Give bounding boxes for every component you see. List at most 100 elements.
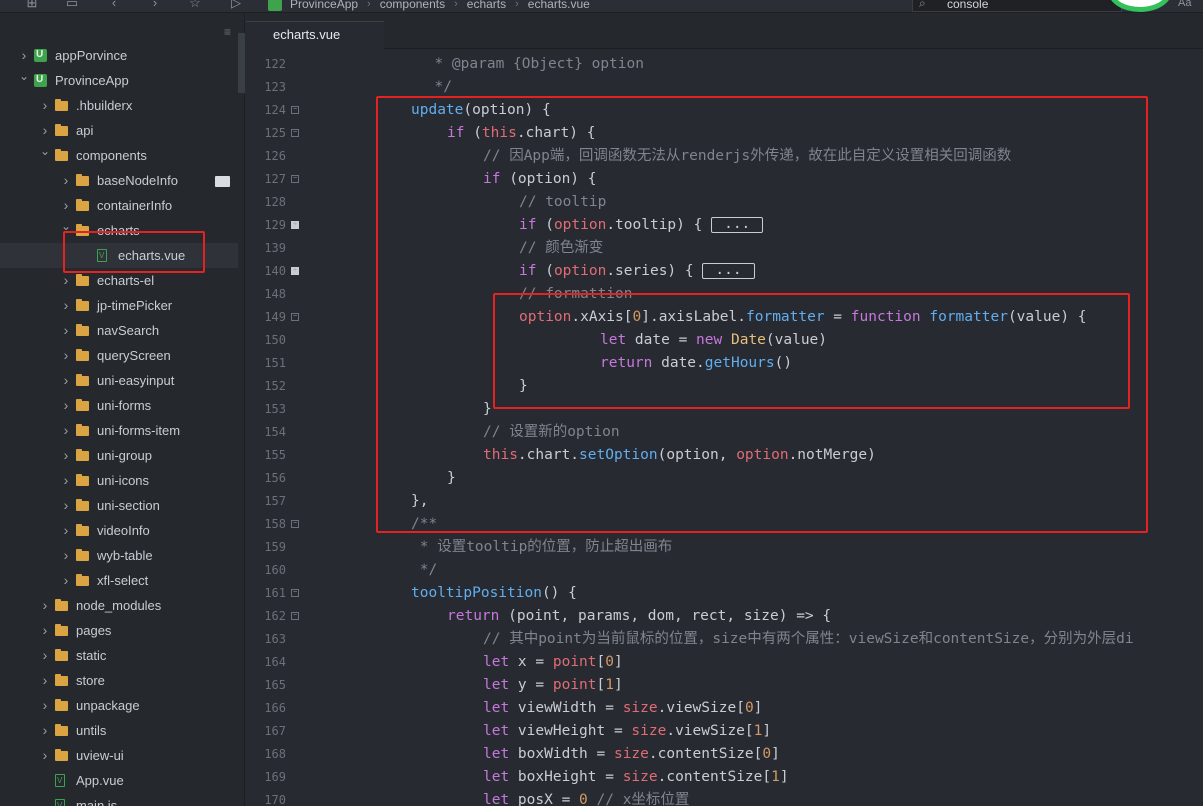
fold-collapse-icon[interactable]: − xyxy=(291,129,299,137)
tree-item[interactable]: › uview-ui xyxy=(0,743,238,768)
fold-collapse-icon[interactable]: − xyxy=(291,313,299,321)
tree-item[interactable]: ⌄ components xyxy=(0,143,238,168)
folder-icon xyxy=(55,724,68,736)
tree-item[interactable]: › containerInfo xyxy=(0,193,238,218)
code-line[interactable]: let x = point[0] xyxy=(483,651,623,674)
chevron-right-icon[interactable]: › xyxy=(39,93,51,118)
tree-item[interactable]: › untils xyxy=(0,718,238,743)
code-editor[interactable]: 122 123 124−125−126 127−128 129 +139 140 +148 14… xyxy=(246,50,1203,806)
code-line[interactable]: let boxHeight = size.contentSize[1] xyxy=(483,766,789,789)
tree-item[interactable]: › xfl-select xyxy=(0,568,238,593)
save-icon[interactable]: ▭ xyxy=(65,0,79,10)
folder-icon xyxy=(76,374,89,386)
chevron-right-icon[interactable]: › xyxy=(60,393,72,418)
code-line[interactable]: * @param {Object} option xyxy=(417,53,644,76)
chevron-right-icon[interactable]: › xyxy=(60,443,72,468)
sidebar-scrollbar[interactable] xyxy=(238,33,245,93)
tree-item[interactable]: › videoInfo xyxy=(0,518,238,543)
code-line[interactable]: // 其中point为当前鼠标的位置，size中有两个属性：viewSize和c… xyxy=(483,628,1134,651)
tree-item[interactable]: main.js xyxy=(0,793,238,806)
chevron-right-icon[interactable]: › xyxy=(60,368,72,393)
chevron-right-icon[interactable]: › xyxy=(60,518,72,543)
tree-item[interactable]: › uni-easyinput xyxy=(0,368,238,393)
code-token: let xyxy=(483,700,510,716)
fold-collapse-icon[interactable]: − xyxy=(291,520,299,528)
code-line[interactable]: */ xyxy=(411,559,437,582)
chevron-right-icon[interactable]: › xyxy=(39,718,51,743)
code-line[interactable]: let y = point[1] xyxy=(483,674,623,697)
run-icon[interactable]: ▷ xyxy=(229,0,243,10)
chevron-right-icon[interactable]: › xyxy=(60,543,72,568)
chevron-right-icon[interactable]: › xyxy=(60,468,72,493)
tree-item[interactable]: › node_modules xyxy=(0,593,238,618)
menu-icon[interactable]: ≡ xyxy=(224,25,231,39)
tree-item[interactable]: › .hbuilderx xyxy=(0,93,238,118)
tree-item-label: components xyxy=(76,148,147,163)
chevron-right-icon[interactable]: › xyxy=(39,643,51,668)
search-input[interactable]: ⌕ console xyxy=(912,0,1122,12)
code-line[interactable]: let viewWidth = size.viewSize[0] xyxy=(483,697,762,720)
font-size-toggle[interactable]: Aa xyxy=(1178,0,1191,9)
chevron-right-icon[interactable]: › xyxy=(60,418,72,443)
tree-item[interactable]: ›appPorvince xyxy=(0,42,238,68)
code-token: point xyxy=(552,677,597,693)
tree-item[interactable]: › uni-forms-item xyxy=(0,418,238,443)
fold-collapse-icon[interactable]: − xyxy=(291,612,299,620)
tree-item[interactable]: App.vue xyxy=(0,768,238,793)
star-icon[interactable]: ☆ xyxy=(188,0,202,10)
code-line[interactable]: return (point, params, dom, rect, size) … xyxy=(447,605,831,628)
tree-item[interactable]: › navSearch xyxy=(0,318,238,343)
tree-item[interactable]: › jp-timePicker xyxy=(0,293,238,318)
tree-item-label: appPorvince xyxy=(55,48,128,63)
new-file-icon[interactable]: ⊞ xyxy=(25,0,39,10)
code-line[interactable]: * 设置tooltip的位置，防止超出画布 xyxy=(411,536,673,559)
fold-collapse-icon[interactable]: − xyxy=(291,589,299,597)
tab-echarts-vue[interactable]: echarts.vue xyxy=(246,21,384,49)
line-number: 129 xyxy=(264,218,286,232)
chevron-down-icon[interactable]: ⌄ xyxy=(18,64,30,89)
tree-item[interactable]: › store xyxy=(0,668,238,693)
chevron-right-icon[interactable]: › xyxy=(60,168,72,193)
chevron-right-icon[interactable]: › xyxy=(39,743,51,768)
tree-item[interactable]: › static xyxy=(0,643,238,668)
breadcrumb-item[interactable]: ProvinceApp xyxy=(290,0,358,11)
chevron-down-icon[interactable]: ⌄ xyxy=(39,139,51,164)
tree-item[interactable]: › uni-group xyxy=(0,443,238,468)
tree-item[interactable]: › pages xyxy=(0,618,238,643)
tree-item[interactable]: › queryScreen xyxy=(0,343,238,368)
chevron-right-icon[interactable]: › xyxy=(60,318,72,343)
back-arrow-icon[interactable]: ‹ xyxy=(107,0,121,10)
open-folder-icon[interactable] xyxy=(215,176,230,187)
chevron-right-icon[interactable]: › xyxy=(60,568,72,593)
tree-item[interactable]: › baseNodeInfo xyxy=(0,168,238,193)
code-token: .contentSize[ xyxy=(657,769,772,785)
breadcrumb-item[interactable]: echarts.vue xyxy=(528,0,590,11)
chevron-right-icon[interactable]: › xyxy=(39,593,51,618)
chevron-right-icon[interactable]: › xyxy=(39,693,51,718)
chevron-right-icon[interactable]: › xyxy=(60,493,72,518)
tree-item[interactable]: › wyb-table xyxy=(0,543,238,568)
chevron-right-icon[interactable]: › xyxy=(39,668,51,693)
fold-expand-icon[interactable]: + xyxy=(291,221,299,229)
tree-item[interactable]: › uni-section xyxy=(0,493,238,518)
code-line[interactable]: let viewHeight = size.viewSize[1] xyxy=(483,720,771,743)
fold-expand-icon[interactable]: + xyxy=(291,267,299,275)
chevron-right-icon[interactable]: › xyxy=(60,293,72,318)
tree-item[interactable]: ⌄ ProvinceApp xyxy=(0,67,238,93)
chevron-right-icon[interactable]: › xyxy=(39,618,51,643)
forward-arrow-icon[interactable]: › xyxy=(148,0,162,10)
folder-icon xyxy=(76,324,89,336)
tree-item[interactable]: › uni-forms xyxy=(0,393,238,418)
chevron-right-icon[interactable]: › xyxy=(60,343,72,368)
code-line[interactable]: let boxWidth = size.contentSize[0] xyxy=(483,743,780,766)
fold-collapse-icon[interactable]: − xyxy=(291,175,299,183)
code-line[interactable]: tooltipPosition() { xyxy=(411,582,577,605)
file-tree: ›appPorvince⌄ProvinceApp›.hbuilderx›api⌄… xyxy=(0,42,238,806)
tree-item[interactable]: › uni-icons xyxy=(0,468,238,493)
tree-item[interactable]: › api xyxy=(0,118,238,143)
tree-item[interactable]: › unpackage xyxy=(0,693,238,718)
breadcrumb-item[interactable]: components xyxy=(380,0,445,11)
code-line[interactable]: let posX = 0 // x坐标位置 xyxy=(483,789,689,806)
fold-collapse-icon[interactable]: − xyxy=(291,106,299,114)
breadcrumb-item[interactable]: echarts xyxy=(467,0,506,11)
